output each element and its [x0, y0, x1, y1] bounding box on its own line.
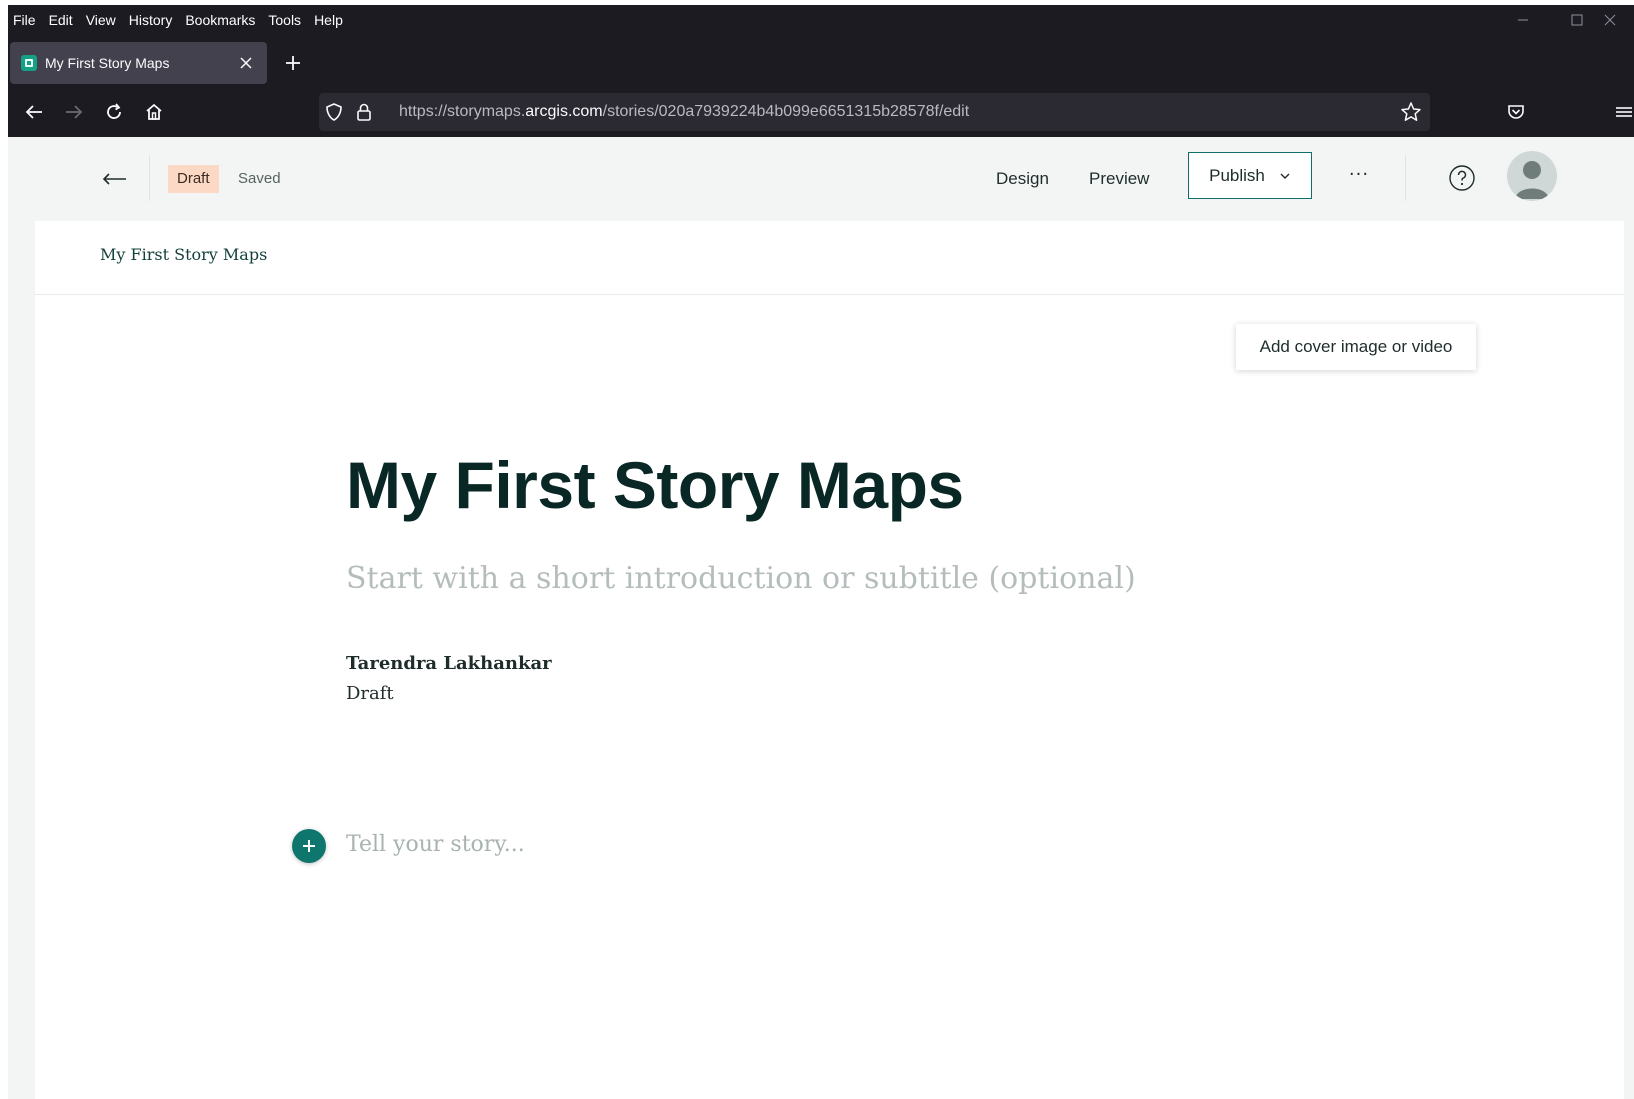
home-icon: [146, 103, 162, 120]
plus-icon: [286, 56, 300, 70]
maximize-button[interactable]: [1550, 5, 1604, 35]
help-button[interactable]: [1447, 163, 1477, 193]
story-subtitle-input[interactable]: Start with a short introduction or subti…: [346, 561, 1136, 596]
maximize-icon: [1571, 14, 1583, 26]
star-icon: [1401, 102, 1421, 121]
overflow-menu-button[interactable]: [1614, 98, 1634, 126]
menu-history[interactable]: History: [129, 12, 173, 28]
overflow-menu-icon: [1616, 107, 1632, 117]
forward-button[interactable]: [60, 98, 88, 126]
pocket-icon: [1508, 105, 1524, 119]
design-button[interactable]: Design: [996, 165, 1049, 193]
home-button[interactable]: [140, 98, 168, 126]
storymaps-builder: Draft Saved Design Preview Publish ··· M…: [8, 137, 1634, 1099]
preview-button[interactable]: Preview: [1089, 165, 1149, 193]
url-prefix: https://storymaps.: [399, 103, 526, 120]
builder-header: Draft Saved Design Preview Publish ···: [8, 137, 1634, 221]
close-icon: [240, 56, 252, 69]
url-bar[interactable]: https://storymaps.arcgis.com/stories/020…: [319, 93, 1430, 131]
shield-icon[interactable]: [324, 102, 344, 126]
new-tab-button[interactable]: [280, 50, 306, 76]
bookmark-star-button[interactable]: [1400, 101, 1422, 127]
pocket-button[interactable]: [1502, 98, 1530, 126]
forward-arrow-icon: [66, 105, 83, 119]
publish-button[interactable]: Publish: [1188, 152, 1312, 199]
add-cover-media-button[interactable]: Add cover image or video: [1236, 324, 1476, 370]
tab-bar: My First Story Maps: [8, 42, 1634, 86]
byline-status: Draft: [346, 683, 394, 704]
reload-button[interactable]: [100, 98, 128, 126]
window-controls: [1496, 5, 1634, 35]
minimize-icon: [1518, 19, 1528, 21]
publish-label: Publish: [1209, 165, 1265, 185]
navigation-toolbar: https://storymaps.arcgis.com/stories/020…: [8, 88, 1634, 137]
tab-close-button[interactable]: [235, 54, 257, 73]
user-icon: [1515, 161, 1549, 199]
menu-bookmarks[interactable]: Bookmarks: [185, 12, 255, 28]
storymaps-favicon-icon: [21, 55, 37, 71]
plus-icon: [303, 840, 315, 852]
url-path: /stories/020a7939224b4b099e6651315b28578…: [602, 103, 970, 120]
header-divider: [149, 155, 150, 201]
back-arrow-icon: [102, 173, 126, 185]
help-icon: [1449, 165, 1475, 191]
byline-author[interactable]: Tarendra Lakhankar: [346, 653, 552, 674]
reload-icon: [107, 103, 121, 119]
browser-chrome: File Edit View History Bookmarks Tools H…: [8, 5, 1634, 137]
header-divider: [1405, 155, 1406, 201]
menu-bar: File Edit View History Bookmarks Tools H…: [8, 5, 1634, 35]
close-icon: [1604, 14, 1616, 26]
menu-tools[interactable]: Tools: [268, 12, 301, 28]
story-canvas: My First Story Maps Add cover image or v…: [35, 221, 1624, 1099]
menu-file[interactable]: File: [13, 12, 36, 28]
story-body-input[interactable]: Tell your story...: [346, 832, 525, 857]
status-badge: Draft: [168, 165, 219, 193]
user-avatar[interactable]: [1507, 151, 1557, 201]
tab-title: My First Story Maps: [45, 55, 170, 71]
tab-my-first-story-maps[interactable]: My First Story Maps: [10, 42, 267, 84]
exit-builder-button[interactable]: [100, 167, 128, 191]
story-title[interactable]: My First Story Maps: [346, 447, 964, 523]
menu-view[interactable]: View: [86, 12, 116, 28]
back-arrow-icon: [25, 105, 42, 119]
url-text[interactable]: https://storymaps.arcgis.com/stories/020…: [399, 93, 969, 131]
back-button[interactable]: [20, 98, 48, 126]
chevron-down-icon: [1279, 172, 1291, 180]
story-nav-title[interactable]: My First Story Maps: [100, 245, 267, 264]
menu-help[interactable]: Help: [314, 12, 343, 28]
minimize-button[interactable]: [1496, 5, 1550, 35]
story-header-bar: My First Story Maps: [35, 221, 1624, 295]
add-block-button[interactable]: [292, 829, 326, 863]
lock-icon[interactable]: [355, 102, 373, 126]
more-options-button[interactable]: ···: [1344, 163, 1374, 193]
url-host: arcgis.com: [525, 103, 603, 120]
save-status: Saved: [238, 170, 281, 187]
menu-edit[interactable]: Edit: [49, 12, 73, 28]
close-window-button[interactable]: [1604, 5, 1634, 35]
